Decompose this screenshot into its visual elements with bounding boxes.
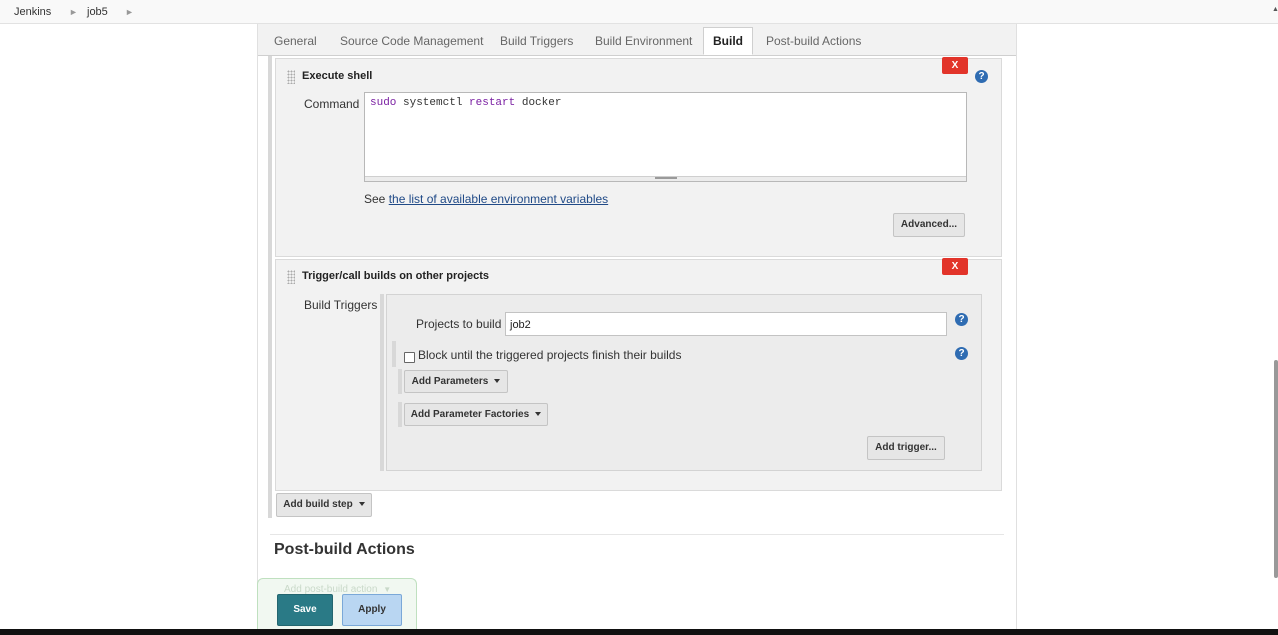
resize-grip-icon	[655, 177, 677, 179]
breadcrumb: Jenkins ► job5 ►	[0, 0, 1278, 24]
help-icon[interactable]: ?	[955, 347, 968, 360]
tab-build[interactable]: Build	[703, 27, 753, 55]
execute-shell-title: Execute shell	[302, 70, 373, 82]
env-vars-link[interactable]: the list of available environment variab…	[389, 192, 608, 206]
dropdown-caret-icon	[358, 502, 365, 507]
trigger-builds-title: Trigger/call builds on other projects	[302, 270, 490, 282]
add-parameters-rail	[398, 369, 402, 394]
command-textarea[interactable]: sudo systemctl restart docker	[364, 92, 967, 182]
projects-to-build-label: Projects to build	[416, 317, 502, 331]
breadcrumb-job[interactable]: job5	[87, 6, 108, 18]
trigger-block-rail	[380, 294, 384, 471]
delete-step-button[interactable]: X	[942, 258, 968, 275]
add-trigger-button[interactable]: Add trigger...	[867, 436, 945, 460]
projects-to-build-input[interactable]: job2	[505, 312, 947, 336]
advanced-button[interactable]: Advanced...	[893, 213, 965, 237]
scroll-up-icon[interactable]: ▲	[1272, 6, 1278, 13]
save-button[interactable]: Save	[277, 594, 333, 626]
dropdown-caret-icon	[535, 412, 542, 417]
tab-build-triggers[interactable]: Build Triggers	[500, 34, 573, 48]
section-divider	[270, 534, 1004, 535]
breadcrumb-jenkins[interactable]: Jenkins	[14, 6, 51, 18]
command-token: restart	[469, 97, 516, 109]
block-until-finish-checkbox[interactable]	[404, 352, 415, 363]
tab-source-code-management[interactable]: Source Code Management	[340, 34, 483, 48]
add-factories-rail	[398, 402, 402, 427]
breadcrumb-chevron-icon[interactable]: ►	[125, 7, 134, 17]
command-token: sudo	[370, 97, 397, 109]
post-build-actions-heading: Post-build Actions	[274, 541, 415, 558]
apply-button[interactable]: Apply	[342, 594, 402, 626]
help-icon[interactable]: ?	[955, 313, 968, 326]
dropdown-caret-icon	[494, 379, 501, 384]
command-token: systemctl	[396, 97, 470, 109]
dropdown-caret-icon: ▼	[383, 585, 392, 594]
add-parameters-button[interactable]: Add Parameters	[404, 370, 508, 393]
command-token: docker	[515, 97, 562, 109]
command-label: Command	[304, 97, 360, 111]
page-scrollbar[interactable]	[1274, 360, 1278, 578]
block-option-rail	[392, 341, 396, 367]
textarea-resize-handle[interactable]	[365, 176, 966, 181]
tab-post-build-actions[interactable]: Post-build Actions	[766, 34, 861, 48]
drag-handle-icon[interactable]	[287, 270, 295, 284]
tab-build-environment[interactable]: Build Environment	[595, 34, 692, 48]
add-parameters-label: Add Parameters	[411, 376, 489, 387]
add-parameter-factories-label: Add Parameter Factories	[410, 409, 530, 420]
breadcrumb-chevron-icon: ►	[69, 7, 78, 17]
tab-general[interactable]: General	[274, 34, 317, 48]
add-parameter-factories-button[interactable]: Add Parameter Factories	[404, 403, 548, 426]
drag-handle-icon[interactable]	[287, 70, 295, 84]
block-until-finish-label: Block until the triggered projects finis…	[418, 348, 682, 362]
tab-bar: General Source Code Management Build Tri…	[258, 24, 1016, 56]
help-icon[interactable]: ?	[975, 70, 988, 83]
see-text: See	[364, 192, 386, 206]
add-build-step-label: Add build step	[283, 499, 353, 510]
build-triggers-label: Build Triggers	[304, 298, 378, 312]
add-build-step-button[interactable]: Add build step	[276, 493, 372, 517]
build-steps-rail	[268, 56, 272, 518]
delete-step-button[interactable]: X	[942, 57, 968, 74]
screen-bottom-edge	[0, 629, 1278, 635]
env-vars-hint: See the list of available environment va…	[364, 192, 608, 206]
